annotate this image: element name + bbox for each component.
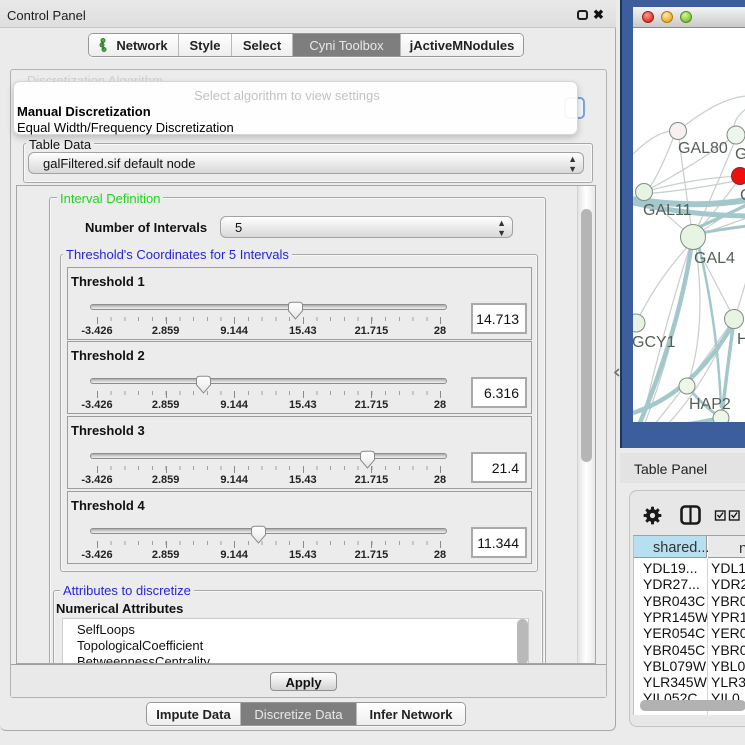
svg-text:GAL4: GAL4 [694,250,735,267]
svg-text:GCY1: GCY1 [633,334,676,351]
svg-text:GAL80: GAL80 [678,140,728,157]
svg-text:H: H [737,331,745,348]
svg-text:C: C [740,187,745,204]
svg-text:HAP2: HAP2 [689,396,731,413]
svg-text:G.: G. [735,146,745,163]
svg-text:GAL11: GAL11 [643,202,692,219]
